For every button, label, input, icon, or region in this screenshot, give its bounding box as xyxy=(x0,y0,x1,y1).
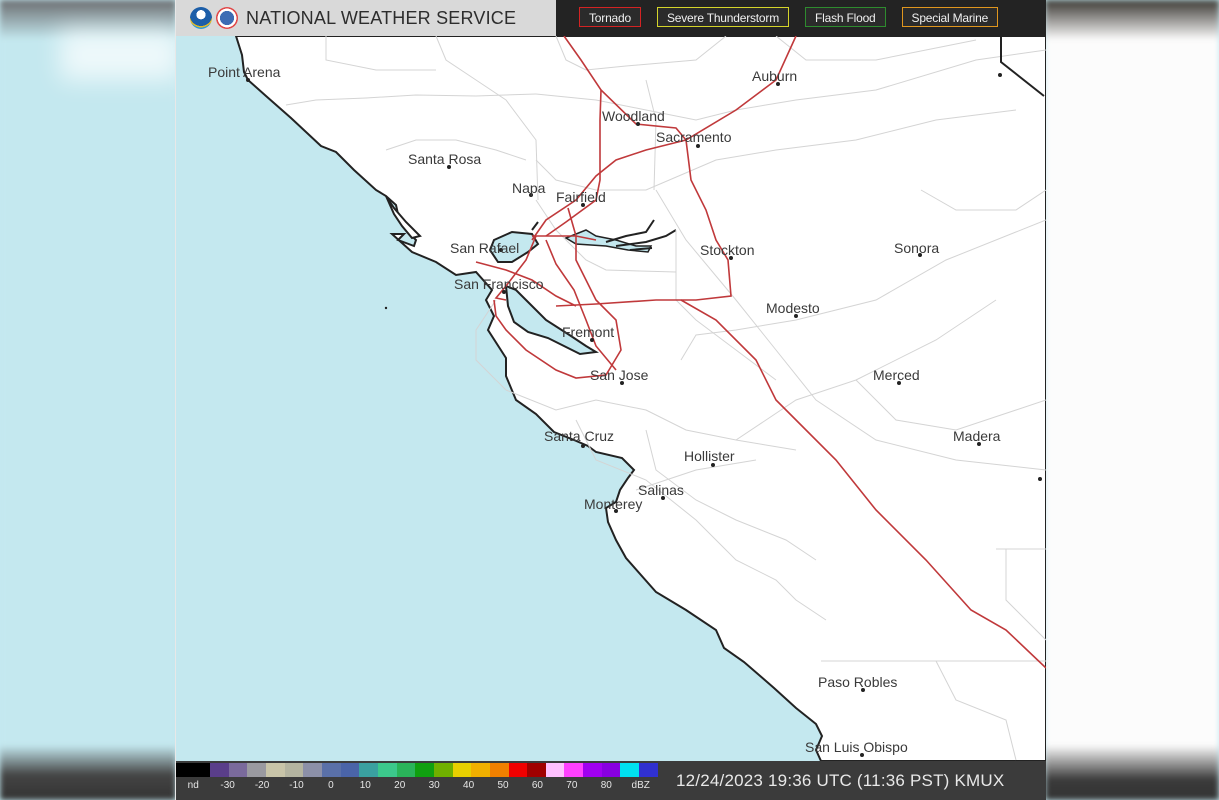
city-marker-santa-cruz xyxy=(581,444,585,448)
city-label-monterey: Monterey xyxy=(584,496,642,512)
color-scale-segment xyxy=(433,763,453,777)
color-scale-segment xyxy=(583,763,602,777)
color-scale-segment xyxy=(452,763,472,777)
city-label-san-rafael: San Rafael xyxy=(450,240,519,256)
legend-severe-thunderstorm[interactable]: Severe Thunderstorm xyxy=(656,7,790,27)
nws-logo-icon xyxy=(216,7,238,29)
color-scale-segment xyxy=(303,763,322,777)
city-label-sacramento: Sacramento xyxy=(656,129,732,145)
footer-bar: nd -30 -20 -10 0 10 20 30 40 50 60 70 80 dBZ 12/24/20… xyxy=(176,761,1046,800)
color-scale-segment xyxy=(228,763,248,777)
color-scale-segment xyxy=(359,763,378,777)
city-label-point-arena: Point Arena xyxy=(208,64,281,80)
city-label-paso-robles: Paso Robles xyxy=(818,674,897,690)
color-scale-segment xyxy=(396,763,416,777)
color-scale-segment xyxy=(415,763,434,777)
brand: NATIONAL WEATHER SERVICE xyxy=(176,0,556,36)
city-label-stockton: Stockton xyxy=(700,242,754,258)
city-label-san-jose: San Jose xyxy=(590,367,649,383)
timestamp-station: 12/24/2023 19:36 UTC (11:36 PST) KMUX xyxy=(676,771,1005,790)
city-label-santa-rosa: Santa Rosa xyxy=(408,151,481,167)
city-label-hollister: Hollister xyxy=(684,448,735,464)
city-label-merced: Merced xyxy=(873,367,920,383)
color-scale-segment xyxy=(545,763,565,777)
scale-tick-label: -30 xyxy=(220,780,235,791)
color-scale-segment xyxy=(601,763,621,777)
scale-tick-label: 10 xyxy=(359,780,371,791)
color-scale-segment xyxy=(284,763,304,777)
color-scale-segment xyxy=(508,763,528,777)
legend-tornado[interactable]: Tornado xyxy=(579,7,641,27)
city-label-napa: Napa xyxy=(512,180,546,196)
scale-tick-label: 0 xyxy=(328,780,334,791)
scale-tick-label: 40 xyxy=(463,780,475,791)
color-scale-segment xyxy=(489,763,509,777)
city-label-modesto: Modesto xyxy=(766,300,820,316)
color-scale-segment xyxy=(176,763,210,777)
city-label-fairfield: Fairfield xyxy=(556,189,606,205)
color-scale-segment xyxy=(340,763,360,777)
blurred-background-right xyxy=(1045,0,1219,800)
warning-legend: Tornado Severe Thunderstorm Flash Flood … xyxy=(579,7,999,29)
reflectivity-scale-ticks: nd -30 -20 -10 0 10 20 30 40 50 60 70 80 dBZ xyxy=(176,780,658,794)
color-scale-segment xyxy=(471,763,490,777)
scale-tick-label: 70 xyxy=(566,780,578,791)
color-scale-segment xyxy=(620,763,640,777)
city-dot-unnamed xyxy=(998,73,1002,77)
city-label-fremont: Fremont xyxy=(562,324,614,340)
radar-map-window: Point Arena Santa Rosa Napa Fairfield Woodla… xyxy=(175,0,1046,800)
city-dot-unnamed xyxy=(1038,477,1042,481)
radar-map[interactable]: Point Arena Santa Rosa Napa Fairfield Woodla… xyxy=(176,0,1046,800)
scale-tick-label: 50 xyxy=(497,780,509,791)
scale-tick-label: dBZ xyxy=(631,780,650,791)
city-label-santa-cruz: Santa Cruz xyxy=(544,428,614,444)
noaa-logo-icon xyxy=(190,7,212,29)
color-scale-segment xyxy=(321,763,341,777)
legend-flash-flood[interactable]: Flash Flood xyxy=(805,7,886,27)
color-scale-segment xyxy=(564,763,584,777)
color-scale-segment xyxy=(639,763,658,777)
city-label-san-francisco: San Francisco xyxy=(454,276,544,292)
color-scale-segment xyxy=(377,763,397,777)
scale-tick-label: -20 xyxy=(254,780,270,791)
reflectivity-color-scale xyxy=(176,763,658,777)
city-label-san-luis-obispo: San Luis Obispo xyxy=(805,739,908,755)
color-scale-segment xyxy=(265,763,285,777)
city-label-madera: Madera xyxy=(953,428,1001,444)
app-title: NATIONAL WEATHER SERVICE xyxy=(246,7,517,28)
scale-tick-label: nd xyxy=(187,780,199,791)
legend-special-marine[interactable]: Special Marine xyxy=(901,7,999,27)
farallon-islands xyxy=(384,306,388,310)
color-scale-segment xyxy=(527,763,546,777)
city-label-woodland: Woodland xyxy=(602,108,665,124)
color-scale-segment xyxy=(210,763,229,777)
city-label-auburn: Auburn xyxy=(752,68,797,84)
color-scale-segment xyxy=(247,763,266,777)
scale-tick-label: 30 xyxy=(428,780,440,791)
city-label-sonora: Sonora xyxy=(894,240,939,256)
scale-tick-label: -10 xyxy=(289,780,304,791)
scale-tick-label: 20 xyxy=(394,780,406,791)
header-bar: NATIONAL WEATHER SERVICE Tornado Severe … xyxy=(176,0,1046,36)
scale-tick-label: 80 xyxy=(600,780,612,791)
scale-tick-label: 60 xyxy=(531,780,543,791)
blurred-background-left xyxy=(0,0,180,800)
city-label-salinas: Salinas xyxy=(638,482,684,498)
